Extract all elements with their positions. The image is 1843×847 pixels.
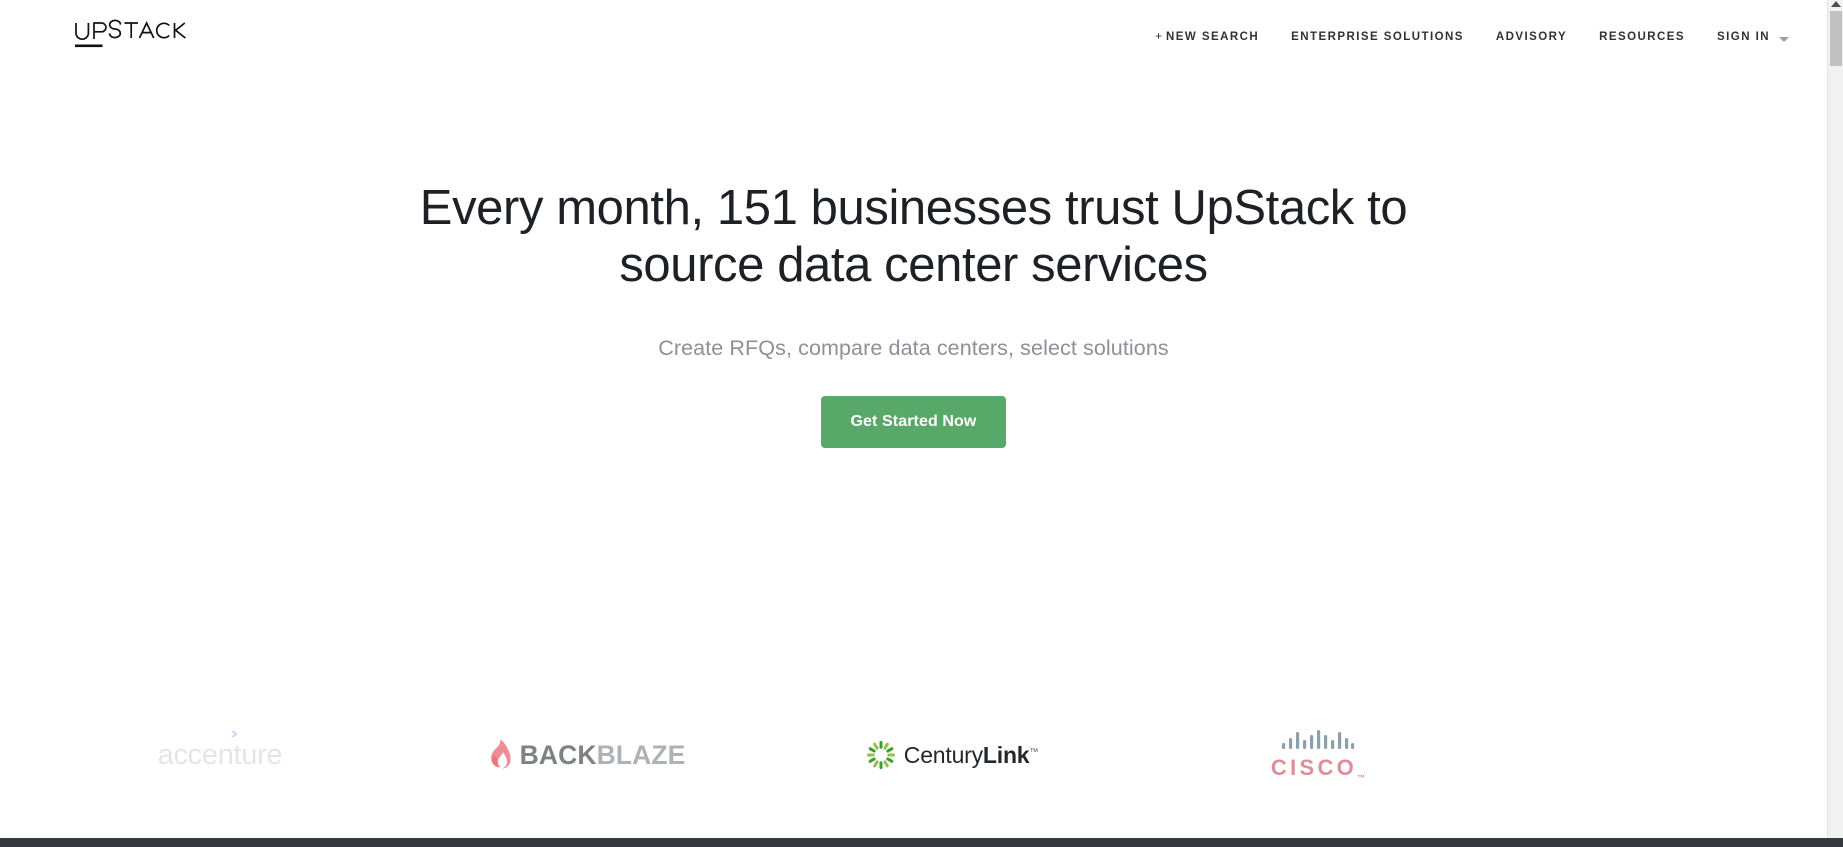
brand-logo-centurylink: CenturyLink™ — [802, 715, 1102, 795]
nav-item-resources[interactable]: RESOURCES — [1599, 26, 1685, 50]
scrollbar-thumb[interactable] — [1830, 11, 1842, 66]
brand-logo-cisco: CISCO™ — [1168, 715, 1468, 795]
nav-item-resources-label: RESOURCES — [1599, 31, 1686, 44]
brand-logo-backblaze: BACKBLAZE — [436, 715, 736, 795]
vertical-scrollbar[interactable] — [1827, 0, 1843, 838]
accenture-arrow-icon: › — [230, 723, 239, 742]
upstack-wordmark-icon — [75, 19, 186, 48]
cisco-trademark: ™ — [1357, 773, 1366, 783]
nav-item-sign-in-label: SIGN IN — [1717, 31, 1770, 44]
upstack-logo[interactable] — [72, 18, 192, 52]
radial-burst-icon — [866, 741, 895, 769]
scroll-up-arrow-icon[interactable] — [1831, 1, 1841, 7]
plus-icon: + — [1155, 31, 1162, 44]
nav-item-new-search[interactable]: + NEW SEARCH — [1155, 26, 1259, 50]
page-viewport: + NEW SEARCH ENTERPRISE SOLUTIONS ADVISO… — [0, 0, 1827, 838]
hero-section: Every month, 151 businesses trust UpStac… — [0, 180, 1827, 448]
cisco-wordmark: CISCO — [1270, 754, 1358, 780]
get-started-button[interactable]: Get Started Now — [820, 395, 1007, 448]
primary-navigation: + NEW SEARCH ENTERPRISE SOLUTIONS ADVISO… — [1155, 0, 1789, 76]
browser-page: + NEW SEARCH ENTERPRISE SOLUTIONS ADVISO… — [0, 0, 1843, 847]
nav-item-sign-in[interactable]: SIGN IN — [1717, 26, 1789, 50]
nav-item-advisory-label: ADVISORY — [1495, 31, 1568, 44]
brand-logo-accenture: › accenture — [70, 715, 370, 795]
window-bottom-bar — [0, 838, 1843, 847]
accenture-wordmark: accenture — [157, 738, 283, 771]
backblaze-wordmark-light: BLAZE — [596, 739, 686, 770]
nav-item-advisory[interactable]: ADVISORY — [1496, 26, 1567, 50]
cta-container: Get Started Now — [0, 395, 1827, 448]
backblaze-wordmark-dark: BACK — [519, 739, 597, 770]
nav-item-enterprise-solutions[interactable]: ENTERPRISE SOLUTIONS — [1291, 26, 1464, 50]
flame-icon — [490, 739, 511, 769]
centurylink-wordmark-regular: Century — [903, 741, 983, 768]
centurylink-trademark: ™ — [1029, 745, 1039, 756]
chevron-down-icon — [1779, 36, 1789, 42]
page-title: Every month, 151 businesses trust UpStac… — [419, 181, 1408, 293]
site-header: + NEW SEARCH ENTERPRISE SOLUTIONS ADVISO… — [0, 0, 1827, 76]
nav-item-enterprise-solutions-label: ENTERPRISE SOLUTIONS — [1291, 31, 1464, 44]
hero-subtitle: Create RFQs, compare data centers, selec… — [658, 335, 1169, 360]
centurylink-wordmark-bold: Link — [982, 741, 1030, 768]
partner-logo-strip: › accenture BACKBLAZE CenturyLink™ CISCO… — [0, 700, 1827, 810]
signal-bars-icon — [1282, 729, 1355, 749]
nav-item-new-search-label: NEW SEARCH — [1166, 31, 1260, 44]
